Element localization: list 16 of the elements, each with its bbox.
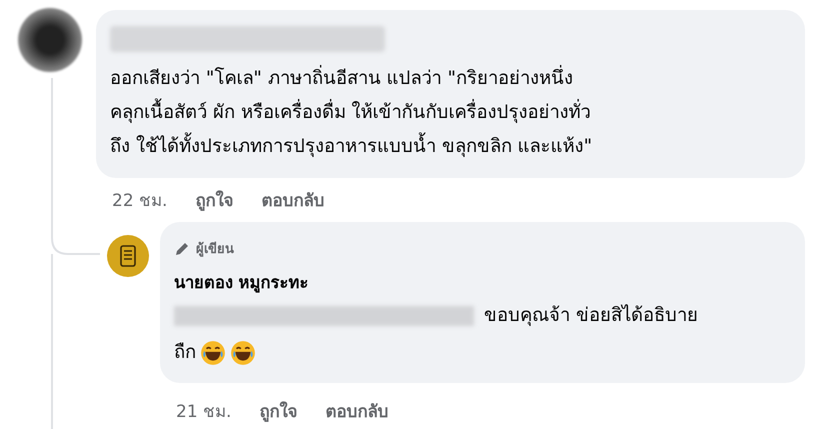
laughing-emoji-icon [230, 340, 256, 366]
action-link[interactable]: ถูกใจ [195, 186, 234, 212]
avatar-icon[interactable] [106, 234, 150, 278]
pencil-icon [174, 240, 190, 256]
timestamp: 21 ชม. [176, 401, 232, 424]
timestamp: 22 ชม. [112, 190, 168, 212]
avatar-placeholder[interactable] [18, 8, 82, 72]
laughing-emoji-icon [200, 340, 226, 366]
comment-text: ออกเสียงว่า "โคเล" ภาษาถิ่นอีสาน แปลว่า "กริยาอย่างหนึ่ง คลุกเนื้อสัตว์ ผัก หรือเครื่องดื่ม ให้เข้ากันกับเครื่องปรุงอย่างทั่ว ถึง ใช้ได้ทั้งประเภทการปรุงอาหารแบบน้ำ ขลุกขลิก และแห้ง" [110, 62, 789, 164]
reply-text: ขอบคุณจ้า ข่อยสิได้อธิบาย [484, 303, 698, 328]
author-label: ผู้เขียน [196, 240, 234, 259]
action-link[interactable]: ตอบกลับ [325, 397, 388, 424]
author-name[interactable]: นายตอง หมูกระทะ [174, 269, 789, 295]
action-link[interactable]: ถูกใจ [259, 397, 298, 424]
action-link[interactable]: ตอบกลับ [261, 186, 324, 212]
reply-text: ถืก [174, 341, 196, 365]
